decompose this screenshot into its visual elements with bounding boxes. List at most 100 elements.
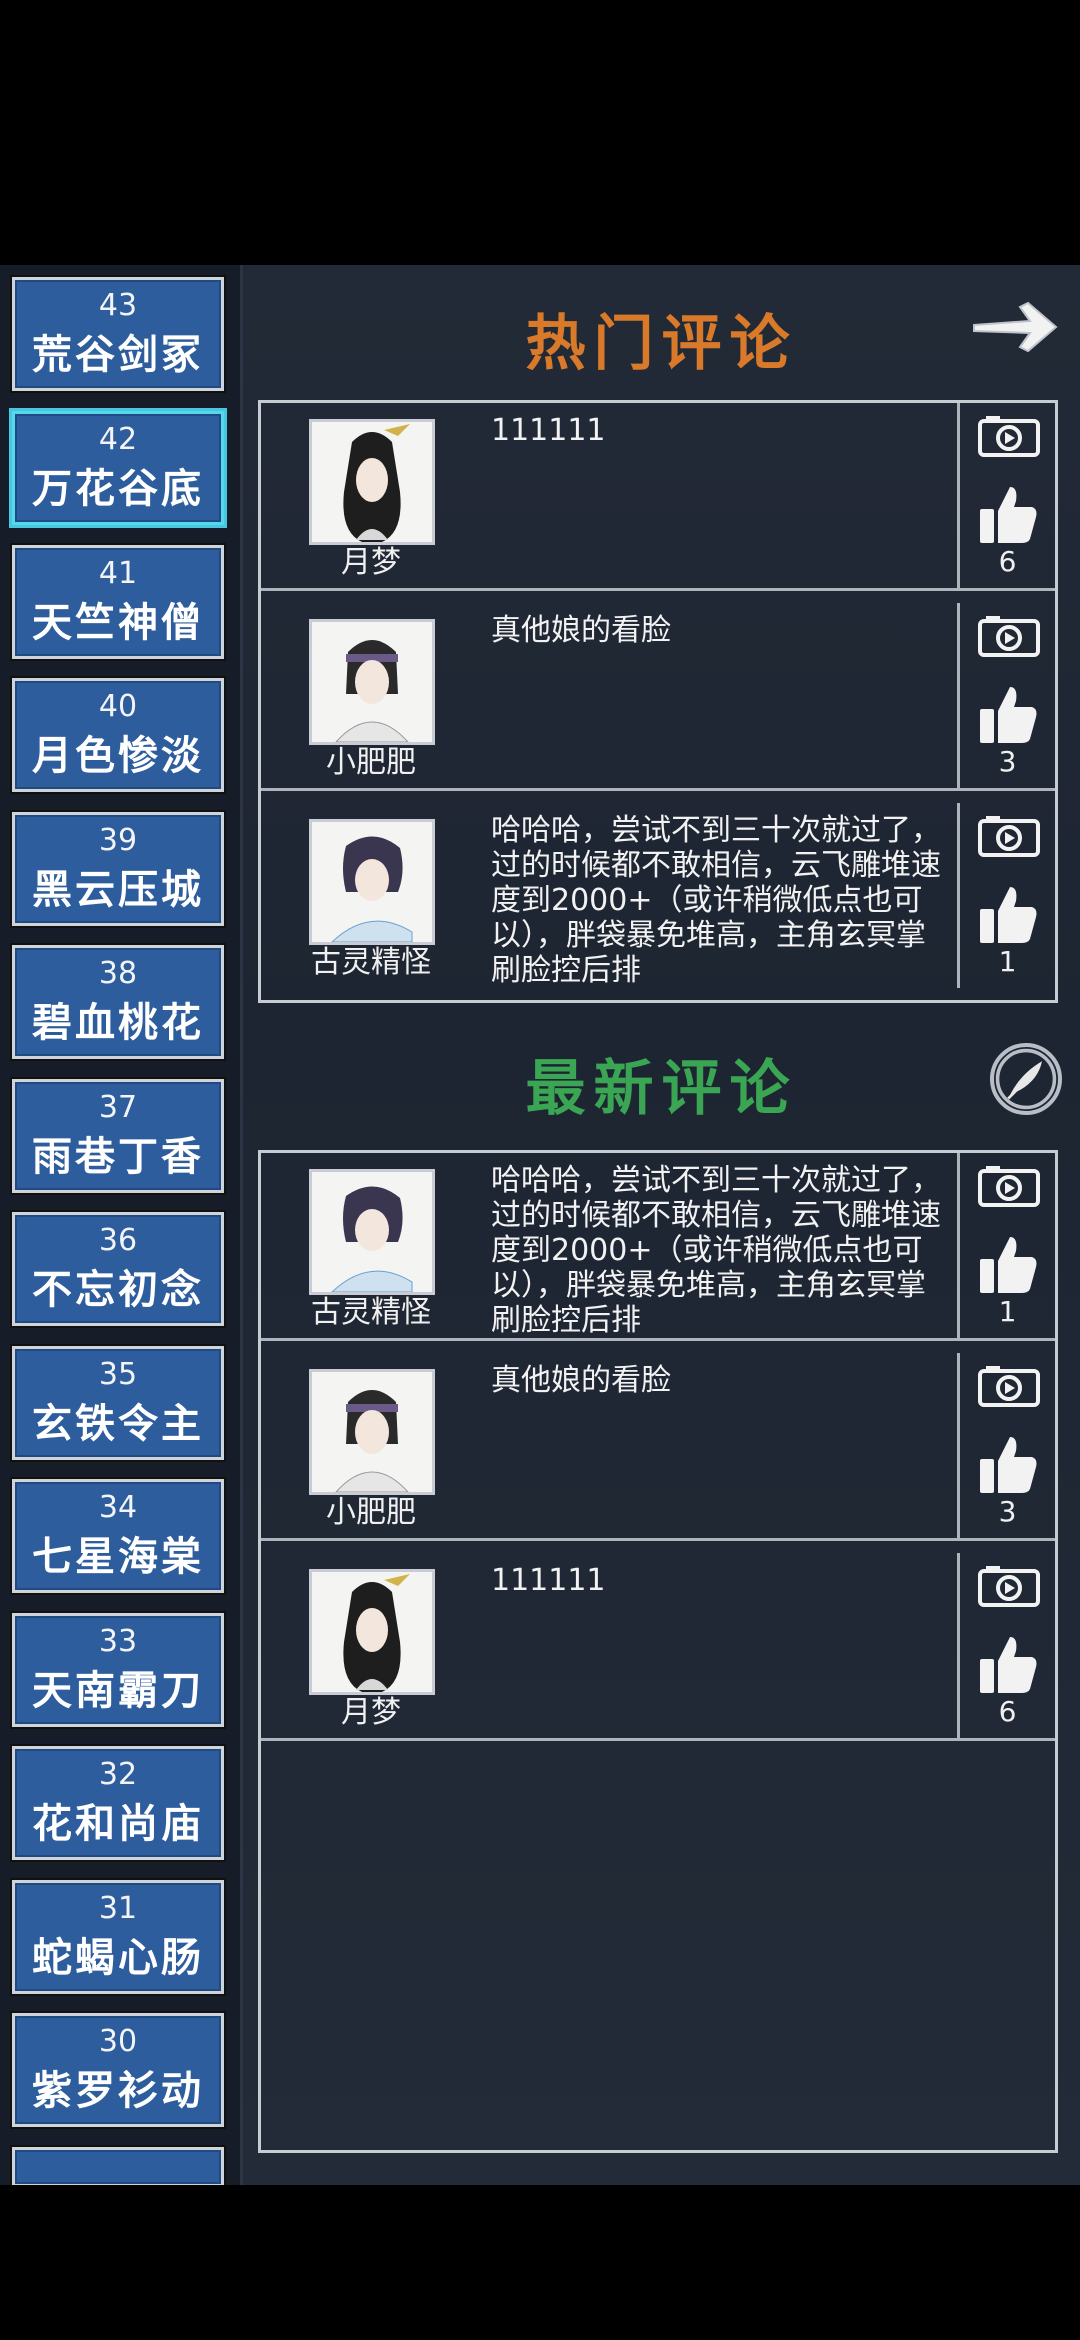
level-name: 碧血桃花 [32,999,204,1046]
level-name: 蛇蝎心肠 [32,1934,204,1981]
level-name: 黑云压城 [32,866,204,913]
level-list[interactable]: 43 荒谷剑冢 42 万花谷底 41 天竺神僧 40 月色惨淡 39 黑云压城 … [0,265,243,2185]
comment-text: 真他娘的看脸 [491,1363,671,1398]
level-item-34[interactable]: 34 七星海棠 [12,1479,224,1593]
comment-actions: 6 [957,1553,1055,1738]
comment-username: 月梦 [341,1695,401,1730]
comment-username: 小肥肥 [326,1495,416,1530]
level-number: 31 [98,1891,138,1926]
video-camera-icon[interactable] [978,1165,1040,1209]
video-camera-icon[interactable] [978,615,1040,659]
level-name: 万花谷底 [32,465,204,512]
comment-username: 月梦 [341,545,401,580]
level-name: 天南霸刀 [32,1667,204,1714]
comment-actions: 1 [957,803,1055,988]
level-number: 35 [98,1357,138,1392]
comment-actions: 3 [957,603,1055,788]
level-item-39[interactable]: 39 黑云压城 [12,812,224,926]
comments-area: 热门评论 月梦 111111 6 小肥肥 真他娘的看脸 3 古灵精怪 哈哈哈，尝… [243,265,1080,2185]
thumbs-up-icon[interactable] [978,1433,1038,1495]
thumbs-up-icon[interactable] [978,483,1038,545]
thumbs-up-icon[interactable] [978,1233,1038,1295]
level-number: 34 [98,1490,138,1525]
comment-text: 哈哈哈，尝试不到三十次就过了，过的时候都不敢相信，云飞雕堆速度到2000+（或许… [491,813,941,988]
like-count: 1 [998,1295,1017,1328]
right-arrow-icon[interactable] [966,295,1062,359]
level-number: 40 [98,689,138,724]
male-headband-avatar[interactable] [309,1369,435,1495]
thumbs-up-icon[interactable] [978,683,1038,745]
quill-pen-icon[interactable] [990,1043,1062,1115]
level-item-37[interactable]: 37 雨巷丁香 [12,1079,224,1193]
level-item-42-selected[interactable]: 42 万花谷底 [12,411,224,525]
like-count: 6 [998,1695,1017,1728]
level-name: 紫罗衫动 [32,2067,204,2114]
comment-text: 哈哈哈，尝试不到三十次就过了，过的时候都不敢相信，云飞雕堆速度到2000+（或许… [491,1163,941,1338]
video-camera-icon[interactable] [978,1565,1040,1609]
level-number: 42 [98,422,138,457]
level-number: 41 [98,556,138,591]
latest-comments-title: 最新评论 [525,1054,798,1124]
level-name: 天竺神僧 [32,599,204,646]
level-item-32[interactable]: 32 花和尚庙 [12,1746,224,1860]
level-name: 花和尚庙 [32,1800,204,1847]
level-number: 43 [98,288,138,323]
level-item-30[interactable]: 30 紫罗衫动 [12,2013,224,2127]
level-item-partial[interactable] [12,2147,224,2185]
level-item-36[interactable]: 36 不忘初念 [12,1212,224,1326]
level-number: 39 [98,823,138,858]
male-headband-avatar[interactable] [309,619,435,745]
level-number: 30 [98,2024,138,2059]
level-item-38[interactable]: 38 碧血桃花 [12,945,224,1059]
comment-actions: 3 [957,1353,1055,1538]
level-name: 不忘初念 [32,1266,204,1313]
girl-avatar[interactable] [309,819,435,945]
comment-text: 111111 [491,413,606,448]
comment-text: 真他娘的看脸 [491,613,671,648]
comment-row: 月梦 111111 6 [261,1553,1055,1741]
comment-actions: 6 [957,403,1055,588]
comment-actions: 1 [957,1153,1055,1338]
comment-text: 111111 [491,1563,606,1598]
like-count: 6 [998,545,1017,578]
app-screen: 43 荒谷剑冢 42 万花谷底 41 天竺神僧 40 月色惨淡 39 黑云压城 … [0,265,1080,2185]
comment-row: 古灵精怪 哈哈哈，尝试不到三十次就过了，过的时候都不敢相信，云飞雕堆速度到200… [261,1153,1055,1341]
comment-row: 小肥肥 真他娘的看脸 3 [261,603,1055,791]
latest-comments-panel: 古灵精怪 哈哈哈，尝试不到三十次就过了，过的时候都不敢相信，云飞雕堆速度到200… [258,1150,1058,2153]
level-item-31[interactable]: 31 蛇蝎心肠 [12,1880,224,1994]
level-number: 33 [98,1624,138,1659]
level-number: 38 [98,956,138,991]
hot-comments-title: 热门评论 [525,309,798,379]
level-name: 荒谷剑冢 [32,331,204,378]
level-item-35[interactable]: 35 玄铁令主 [12,1346,224,1460]
level-name: 月色惨淡 [32,732,204,779]
comment-username: 古灵精怪 [311,945,431,980]
thumbs-up-icon[interactable] [978,1633,1038,1695]
video-camera-icon[interactable] [978,1365,1040,1409]
level-number: 37 [98,1090,138,1125]
comment-username: 古灵精怪 [311,1295,431,1330]
level-item-43[interactable]: 43 荒谷剑冢 [12,277,224,391]
thumbs-up-icon[interactable] [978,883,1038,945]
comment-row: 月梦 111111 6 [261,403,1055,591]
girl-avatar[interactable] [309,1169,435,1295]
level-name: 雨巷丁香 [32,1133,204,1180]
female-swordswoman-avatar[interactable] [309,419,435,545]
level-name: 七星海棠 [32,1533,204,1580]
level-item-41[interactable]: 41 天竺神僧 [12,545,224,659]
video-camera-icon[interactable] [978,815,1040,859]
comment-row: 小肥肥 真他娘的看脸 3 [261,1353,1055,1541]
level-item-33[interactable]: 33 天南霸刀 [12,1613,224,1727]
level-item-40[interactable]: 40 月色惨淡 [12,678,224,792]
comment-row: 古灵精怪 哈哈哈，尝试不到三十次就过了，过的时候都不敢相信，云飞雕堆速度到200… [261,803,1055,991]
level-number: 36 [98,1223,138,1258]
like-count: 3 [998,1495,1017,1528]
hot-comments-panel: 月梦 111111 6 小肥肥 真他娘的看脸 3 古灵精怪 哈哈哈，尝试不到三十… [258,400,1058,1003]
level-name: 玄铁令主 [32,1400,204,1447]
female-swordswoman-avatar[interactable] [309,1569,435,1695]
level-number: 32 [98,1757,138,1792]
like-count: 1 [998,945,1017,978]
comment-username: 小肥肥 [326,745,416,780]
video-camera-icon[interactable] [978,415,1040,459]
like-count: 3 [998,745,1017,778]
